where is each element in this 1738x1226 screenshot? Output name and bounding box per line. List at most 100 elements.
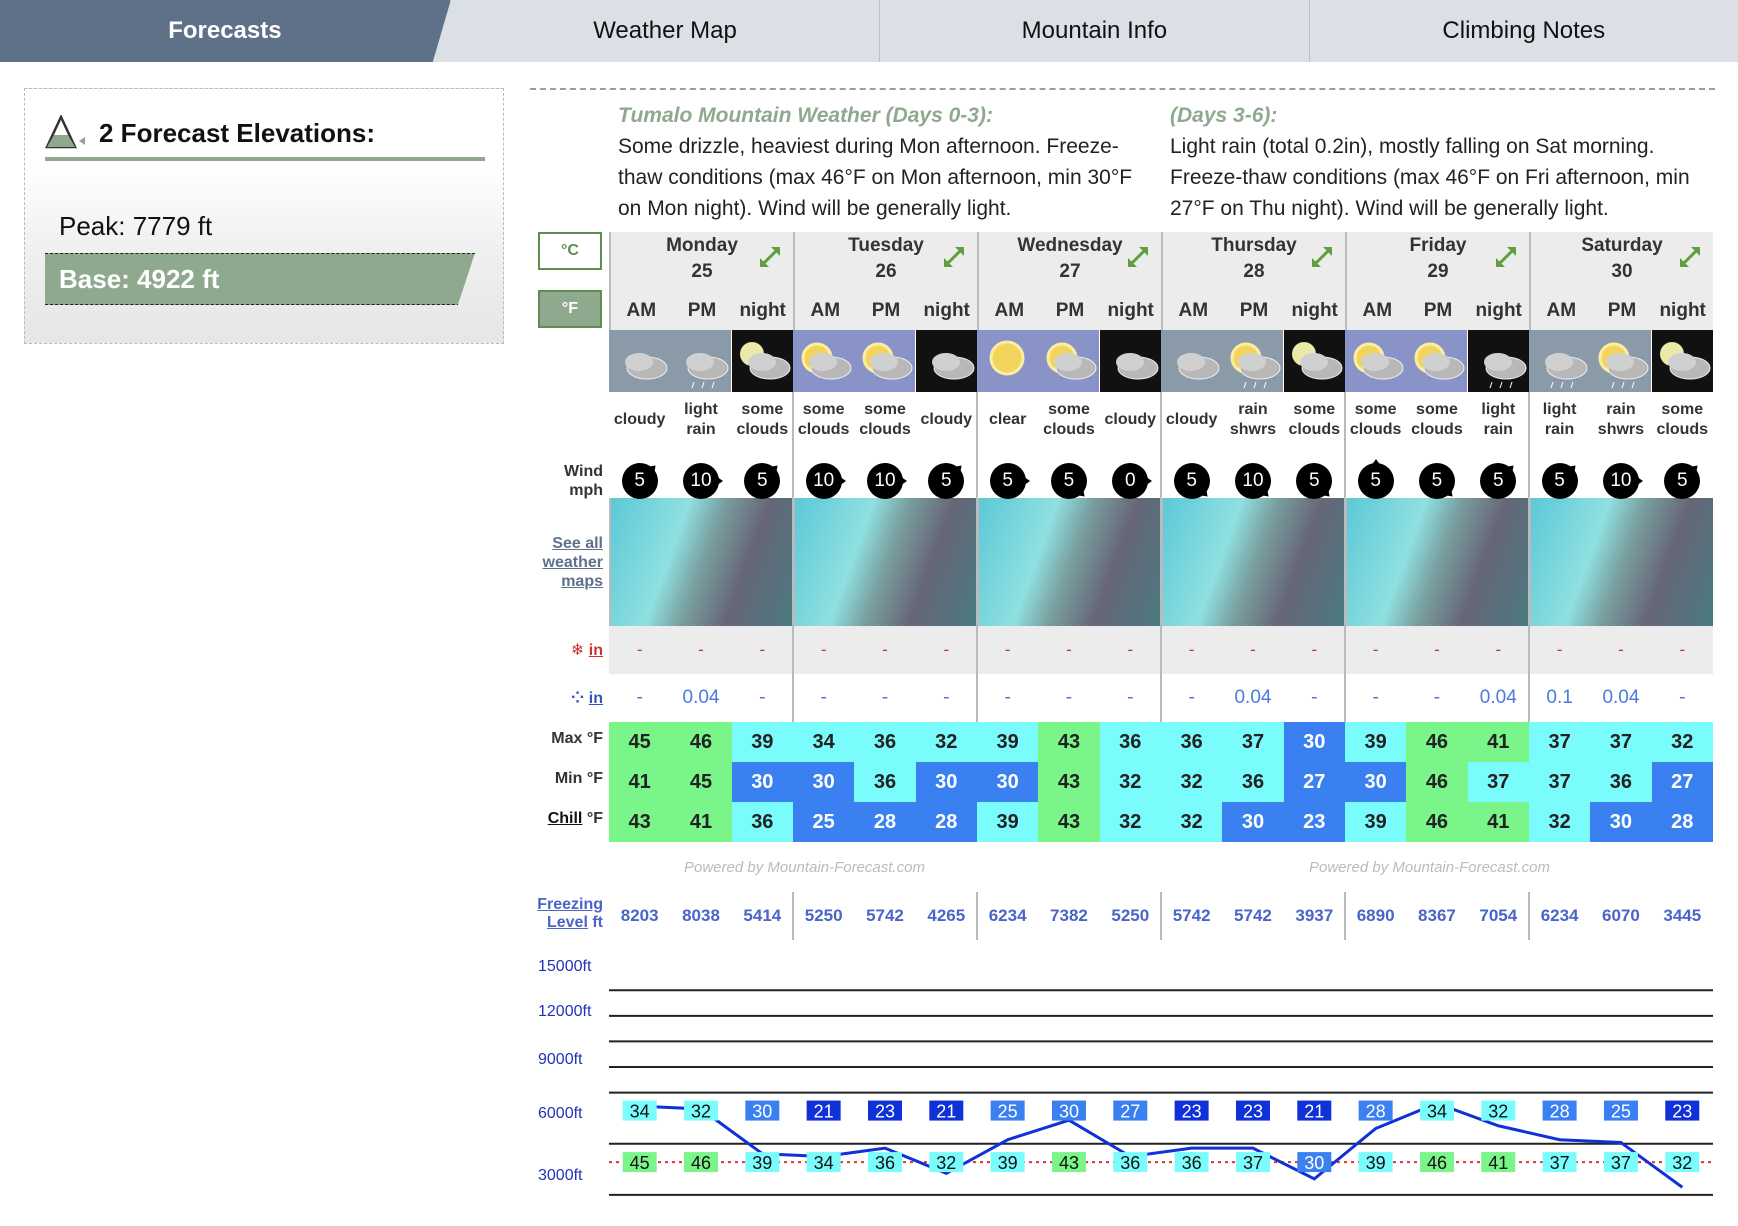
expand-icon[interactable] (1309, 244, 1335, 270)
weather-description: some clouds (1043, 401, 1095, 438)
min-temp: 36 (854, 762, 916, 802)
rain-amount: 0.04 (1479, 687, 1517, 708)
max-temp: 39 (976, 722, 1039, 762)
max-temp: 32 (915, 722, 977, 762)
snow-amount: - (1434, 640, 1440, 659)
max-temp: 34 (792, 722, 855, 762)
powered-by-text: Powered by Mountain-Forecast.com (684, 858, 925, 876)
day-header: Tuesday 26 AM PM night (793, 232, 977, 330)
temp-label: 37 (1611, 1153, 1631, 1173)
freezing-level-value: 5742 (1234, 906, 1272, 925)
period-label: PM (1239, 300, 1269, 321)
celsius-button[interactable]: °C (538, 232, 602, 270)
temp-label: 32 (1488, 1102, 1508, 1122)
tab-climbing-notes[interactable]: Climbing Notes (1310, 0, 1738, 62)
weather-icon-night-cloudy (915, 330, 977, 392)
temp-label: 37 (1243, 1153, 1263, 1173)
snow-amount: - (1556, 640, 1563, 659)
fahrenheit-button[interactable]: °F (538, 290, 602, 328)
expand-icon[interactable] (757, 244, 783, 270)
wind-arrow-icon (949, 460, 967, 478)
temp-label: 32 (936, 1153, 956, 1173)
snow-amount: - (1250, 640, 1256, 659)
max-temp: 37 (1222, 722, 1284, 762)
weather-icon-night-cloudy (1099, 330, 1161, 392)
summary-heading: (Days 3-6): (1170, 104, 1278, 127)
freezing-level-link[interactable]: Freezing (537, 896, 603, 913)
min-temp-label: Min °F (554, 770, 603, 787)
weather-icon-some-clouds (1038, 330, 1100, 392)
chill-link[interactable]: Chill (548, 810, 583, 827)
y-tick-label: 12000ft (538, 1003, 592, 1020)
chill-temp: 32 (1160, 802, 1223, 842)
periods: AM PM night (611, 300, 793, 322)
snow-amount: - (1679, 640, 1686, 659)
weather-icon-some-clouds (1345, 330, 1407, 392)
rain-amount: - (1372, 687, 1379, 708)
temp-label: 21 (936, 1102, 956, 1122)
freezing-level-chart: 34 45 32 46 30 39 21 34 23 36 21 32 25 39 30 43 27 36 23 36… (609, 989, 1713, 1196)
weather-icon-clear (977, 330, 1039, 392)
chill-label: Chill °F (547, 810, 603, 827)
weather-map-thumbnail[interactable] (1345, 498, 1529, 626)
min-temp: 41 (609, 762, 671, 802)
snow-unit-link[interactable]: in (589, 642, 603, 659)
max-temp: 45 (609, 722, 671, 762)
max-temp: 46 (1406, 722, 1468, 762)
periods: AM PM night (979, 300, 1161, 322)
wind-indicator: 5 (977, 448, 1038, 514)
divider (45, 157, 485, 161)
forecast-summary: Tumalo Mountain Weather (Days 0-3): Some… (530, 88, 1715, 220)
weather-map-thumbnail[interactable] (977, 498, 1161, 626)
weather-description: rain shwrs (1229, 401, 1277, 438)
wind-indicator: 5 (1652, 448, 1713, 514)
wind-arrow-icon (1019, 474, 1030, 488)
weather-icon-rain-showers (1590, 330, 1652, 392)
min-temp: 36 (1590, 762, 1652, 802)
day-header: Thursday 28 AM PM night (1161, 232, 1345, 330)
see-all-maps-link[interactable]: See all weather maps (533, 534, 603, 591)
weather-map-thumbnail[interactable] (793, 498, 977, 626)
tab-mountain-info[interactable]: Mountain Info (880, 0, 1310, 62)
min-temp: 27 (1283, 762, 1345, 802)
expand-icon[interactable] (1493, 244, 1519, 270)
rain-amount: - (1188, 687, 1195, 708)
rain-unit-link[interactable]: in (589, 690, 603, 707)
tab-forecasts[interactable]: Forecasts (0, 0, 451, 62)
peak-elevation-link[interactable]: Peak: 7779 ft (59, 211, 212, 242)
rain-amount: - (759, 687, 766, 708)
weather-description: rain shwrs (1597, 401, 1645, 438)
tab-weather-map[interactable]: Weather Map (451, 0, 881, 62)
wind-speed-badge: 10 (682, 463, 723, 499)
snow-amount: - (1188, 640, 1195, 659)
summary-heading: Tumalo Mountain Weather (Days 0-3): (618, 104, 993, 127)
expand-icon[interactable] (1677, 244, 1703, 270)
wind-label: Wind mph (564, 463, 603, 499)
wind-indicator: 5 (1529, 448, 1590, 514)
base-elevation-selected[interactable]: Base: 4922 ft (45, 253, 475, 305)
weather-description: light rain (1481, 401, 1516, 438)
summary-text: Light rain (total 0.2in), mostly falling… (1170, 135, 1690, 220)
period-label: PM (687, 300, 717, 321)
freezing-level-link-2[interactable]: Level (547, 914, 588, 931)
freezing-level-value: 3937 (1295, 906, 1334, 925)
expand-icon[interactable] (1125, 244, 1151, 270)
wind-arrow-icon (1563, 460, 1581, 478)
expand-icon[interactable] (941, 244, 967, 270)
mountain-elevation-icon (45, 115, 85, 149)
max-temp: 36 (854, 722, 916, 762)
weather-map-thumbnail[interactable] (1161, 498, 1345, 626)
period-label: AM (1362, 300, 1393, 321)
weather-map-thumbnail[interactable] (609, 498, 793, 626)
main-tabs: Forecasts Weather Map Mountain Info Clim… (0, 0, 1738, 62)
temp-label: 27 (1120, 1102, 1140, 1122)
summary-days-0-3: Tumalo Mountain Weather (Days 0-3): Some… (618, 100, 1138, 224)
freezing-level-value: 8038 (682, 906, 720, 925)
wind-speed-badge: 10 (805, 463, 846, 499)
temp-label: 34 (814, 1153, 834, 1173)
freezing-level-value: 5250 (1111, 906, 1150, 925)
day-header: Wednesday 27 AM PM night (977, 232, 1161, 330)
weather-icon-night-some-clouds (1283, 330, 1345, 392)
weather-map-thumbnail[interactable] (1529, 498, 1713, 626)
min-temp: 30 (915, 762, 977, 802)
